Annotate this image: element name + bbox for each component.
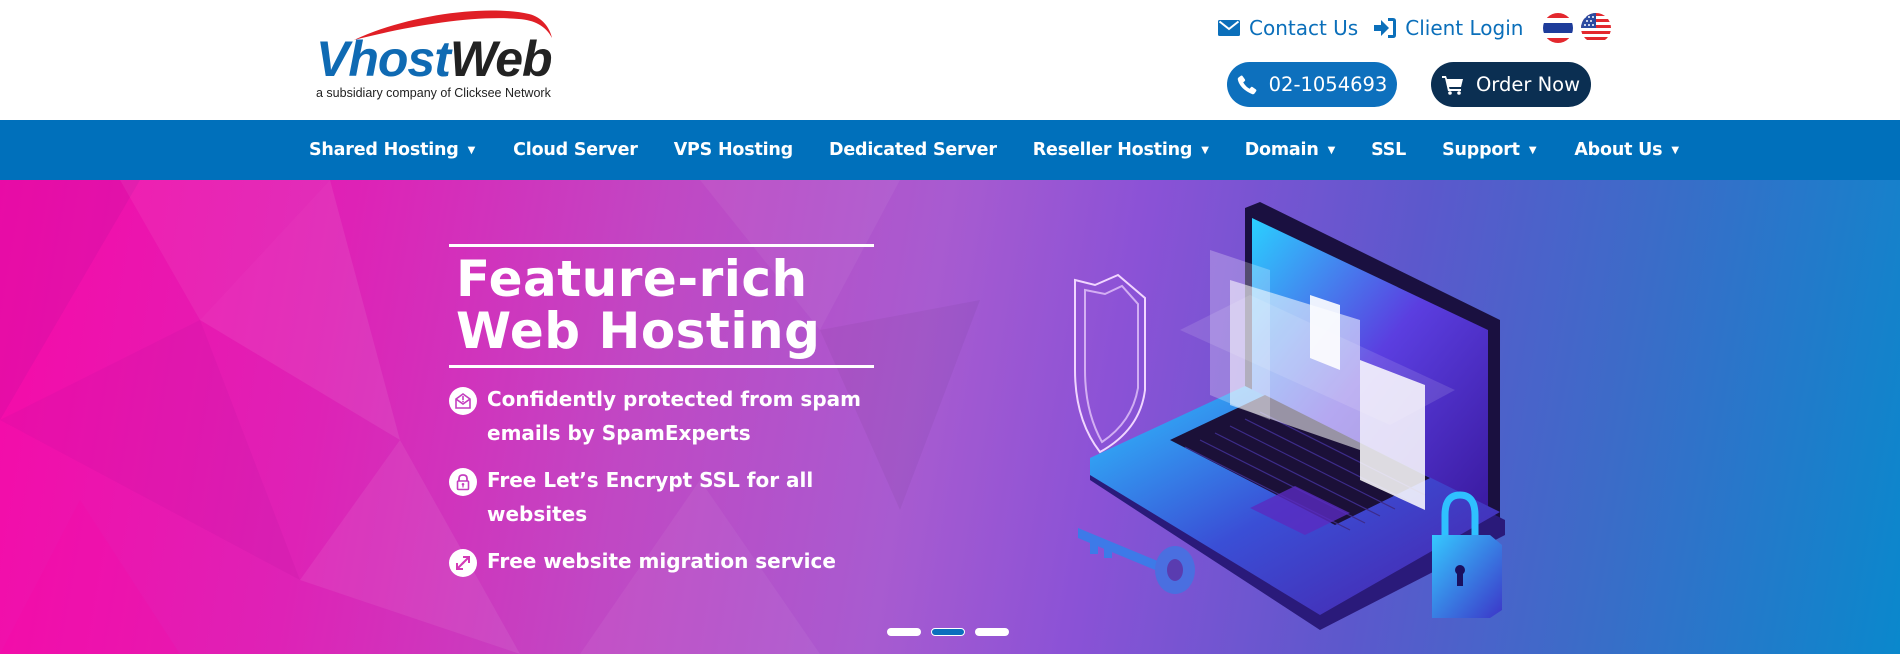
brand-tagline: a subsidiary company of Clicksee Network	[316, 86, 551, 100]
chevron-down-icon: ▼	[1528, 144, 1537, 156]
nav-items: Shared Hosting ▼ Cloud Server VPS Hosting…	[309, 120, 1679, 180]
order-now-label: Order Now	[1475, 73, 1581, 96]
client-login-label: Client Login	[1405, 16, 1524, 40]
phone-button[interactable]: 02-1054693	[1227, 62, 1397, 107]
nav-item-about-us[interactable]: About Us ▼	[1574, 140, 1679, 160]
migration-arrows-icon	[449, 549, 477, 577]
background-pattern	[0, 180, 980, 654]
site-header: VhostWeb a subsidiary company of Clickse…	[0, 0, 1900, 120]
brand-logo[interactable]: VhostWeb a subsidiary company of Clickse…	[314, 8, 554, 103]
client-login-link[interactable]: Client Login	[1374, 16, 1523, 40]
chevron-down-icon: ▼	[1671, 144, 1679, 156]
laptop-security-illustration	[1074, 202, 1505, 630]
chevron-down-icon: ▼	[1327, 144, 1336, 156]
nav-item-ssl[interactable]: SSL	[1371, 140, 1406, 160]
slider-dot-3[interactable]	[975, 628, 1009, 636]
hero-title-box: Feature-rich Web Hosting	[449, 244, 874, 368]
envelope-alert-icon	[449, 387, 477, 415]
feature-list: Confidently protected from spam emails b…	[449, 382, 869, 591]
brand-name: VhostWeb	[316, 31, 553, 87]
feature-item: Confidently protected from spam emails b…	[449, 382, 869, 450]
slider-dots	[887, 628, 1019, 636]
order-now-button[interactable]: Order Now	[1431, 62, 1591, 107]
feature-item: Free Let’s Encrypt SSL for all websites	[449, 463, 869, 531]
thailand-flag-icon[interactable]	[1543, 13, 1574, 43]
usa-flag-icon[interactable]	[1581, 13, 1612, 43]
nav-item-vps-hosting[interactable]: VPS Hosting	[674, 140, 794, 160]
nav-item-reseller-hosting[interactable]: Reseller Hosting ▼	[1033, 140, 1209, 160]
sign-in-icon	[1374, 18, 1397, 38]
nav-item-dedicated-server[interactable]: Dedicated Server	[829, 140, 997, 160]
contact-us-link[interactable]: Contact Us	[1218, 16, 1358, 40]
hero-slider: Feature-rich Web Hosting Confidently pro…	[0, 180, 1900, 654]
feature-text: Confidently protected from spam emails b…	[487, 387, 861, 445]
chevron-down-icon: ▼	[1201, 144, 1209, 156]
slider-dot-2-active[interactable]	[931, 628, 965, 636]
feature-text: Free website migration service	[487, 549, 836, 573]
top-links: Contact Us Client Login	[1218, 12, 1612, 44]
phone-icon	[1237, 75, 1257, 95]
main-nav: Shared Hosting ▼ Cloud Server VPS Hosting…	[0, 120, 1900, 180]
nav-item-cloud-server[interactable]: Cloud Server	[513, 140, 638, 160]
hero-title: Feature-rich Web Hosting	[456, 250, 821, 360]
nav-item-domain[interactable]: Domain ▼	[1245, 140, 1336, 160]
nav-item-shared-hosting[interactable]: Shared Hosting ▼	[309, 140, 475, 160]
envelope-icon	[1218, 20, 1240, 36]
padlock-icon	[449, 468, 477, 496]
slider-dot-1[interactable]	[887, 628, 921, 636]
nav-item-support[interactable]: Support ▼	[1442, 140, 1536, 160]
feature-text: Free Let’s Encrypt SSL for all websites	[487, 468, 814, 526]
contact-us-label: Contact Us	[1249, 16, 1359, 40]
feature-item: Free website migration service	[449, 544, 869, 578]
chevron-down-icon: ▼	[467, 144, 476, 156]
title-divider-bottom	[449, 365, 874, 368]
phone-number: 02-1054693	[1268, 73, 1388, 96]
cart-icon	[1441, 75, 1464, 95]
